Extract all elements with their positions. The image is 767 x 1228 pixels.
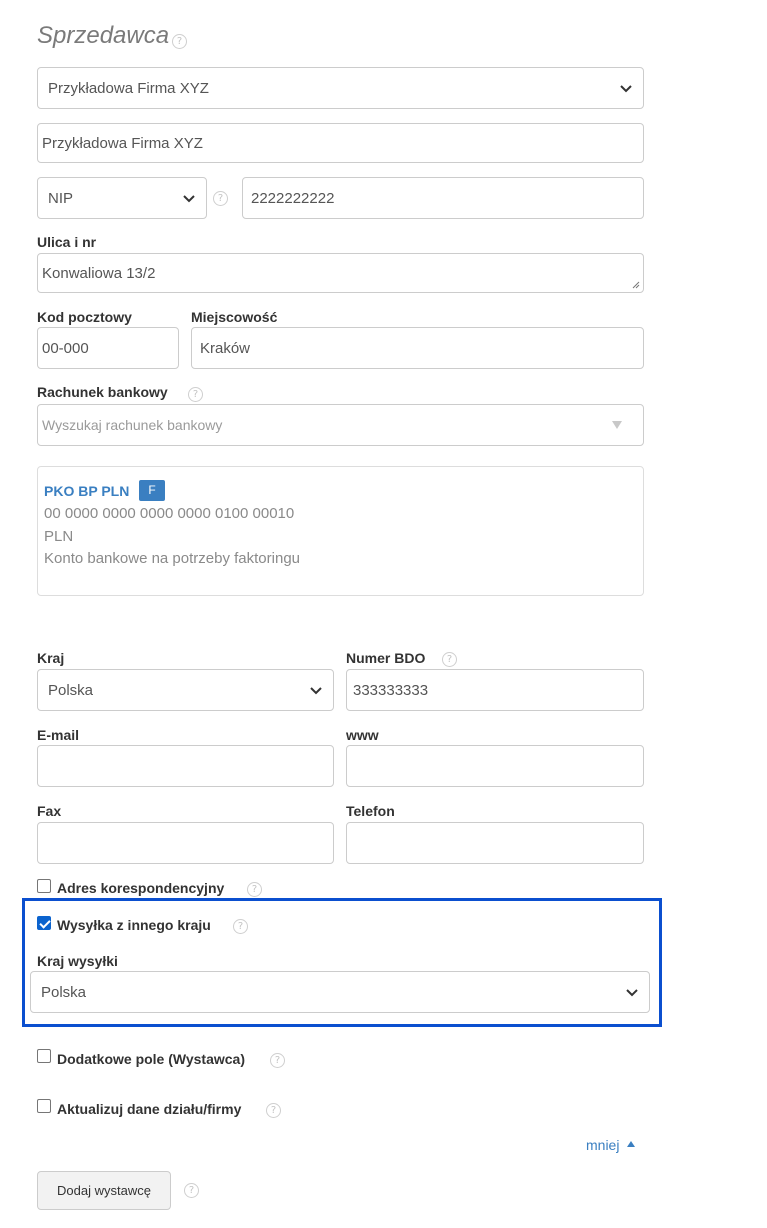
help-icon[interactable]: ? xyxy=(213,191,228,206)
correspondence-address-label: Adres korespondencyjny xyxy=(57,880,225,896)
ship-country-value: Polska xyxy=(41,983,87,1001)
extra-field-label: Dodatkowe pole (Wystawca) xyxy=(57,1051,246,1067)
email-label: E-mail xyxy=(37,727,80,743)
help-icon[interactable]: ? xyxy=(188,387,203,402)
www-label: www xyxy=(346,727,379,743)
city-value: Kraków xyxy=(200,339,251,357)
company-name-input[interactable]: Przykładowa Firma XYZ xyxy=(37,123,644,163)
bank-account-label: Rachunek bankowy xyxy=(37,384,168,400)
ship-other-country-label: Wysyłka z innego kraju xyxy=(57,917,211,933)
help-icon[interactable]: ? xyxy=(247,882,262,897)
fax-label: Fax xyxy=(37,803,62,819)
tax-id-input[interactable]: 2222222222 xyxy=(242,177,644,219)
bank-account-currency: PLN xyxy=(44,528,74,545)
help-icon[interactable]: ? xyxy=(266,1103,281,1118)
correspondence-address-checkbox[interactable] xyxy=(37,879,51,893)
city-label: Miejscowość xyxy=(191,309,278,325)
ship-country-select[interactable]: Polska xyxy=(30,971,650,1013)
help-icon[interactable]: ? xyxy=(172,34,187,49)
bank-account-search-placeholder: Wyszukaj rachunek bankowy xyxy=(42,417,223,433)
phone-input[interactable] xyxy=(346,822,644,864)
street-textarea[interactable]: Konwaliowa 13/2 xyxy=(37,253,644,293)
caret-up-icon xyxy=(627,1141,636,1147)
bank-account-search[interactable]: Wyszukaj rachunek bankowy xyxy=(37,404,644,446)
street-label: Ulica i nr xyxy=(37,234,97,250)
update-data-checkbox[interactable] xyxy=(37,1099,51,1113)
tax-id-type-value: NIP xyxy=(48,189,74,207)
less-link[interactable]: mniej xyxy=(586,1137,636,1153)
help-icon[interactable]: ? xyxy=(270,1053,285,1068)
postal-code-input[interactable]: 00-000 xyxy=(37,327,179,369)
chevron-down-icon xyxy=(183,195,195,203)
bank-account-description: Konto bankowe na potrzeby faktoringu xyxy=(44,550,301,567)
add-issuer-button[interactable]: Dodaj wystawcę xyxy=(37,1171,171,1210)
postal-code-value: 00-000 xyxy=(42,339,89,357)
factoring-badge: F xyxy=(139,480,165,501)
fax-input[interactable] xyxy=(37,822,334,864)
bank-account-card[interactable]: PKO BP PLN F 00 0000 0000 0000 0000 0100… xyxy=(37,466,644,596)
caret-down-icon xyxy=(612,421,622,429)
extra-field-checkbox[interactable] xyxy=(37,1049,51,1063)
chevron-down-icon xyxy=(626,989,638,997)
help-icon[interactable]: ? xyxy=(233,919,248,934)
company-select-value: Przykładowa Firma XYZ xyxy=(48,79,209,97)
country-label: Kraj xyxy=(37,650,65,666)
help-icon[interactable]: ? xyxy=(442,652,457,667)
ship-other-country-checkbox[interactable] xyxy=(37,916,51,930)
country-select[interactable]: Polska xyxy=(37,669,334,711)
resize-handle-icon[interactable] xyxy=(632,281,640,289)
help-icon[interactable]: ? xyxy=(184,1183,199,1198)
city-input[interactable]: Kraków xyxy=(191,327,644,369)
tax-id-value: 2222222222 xyxy=(251,189,335,207)
country-value: Polska xyxy=(48,681,94,699)
bdo-value: 333333333 xyxy=(353,681,429,699)
phone-label: Telefon xyxy=(346,803,395,819)
www-input[interactable] xyxy=(346,745,644,787)
postal-code-label: Kod pocztowy xyxy=(37,309,132,325)
update-data-label: Aktualizuj dane działu/firmy xyxy=(57,1101,242,1117)
chevron-down-icon xyxy=(310,687,322,695)
tax-id-type-select[interactable]: NIP xyxy=(37,177,207,219)
bank-account-name: PKO BP PLN xyxy=(44,483,130,499)
bdo-label: Numer BDO xyxy=(346,650,426,666)
bdo-input[interactable]: 333333333 xyxy=(346,669,644,711)
street-value: Konwaliowa 13/2 xyxy=(42,264,156,282)
bank-account-number: 00 0000 0000 0000 0000 0100 00010 xyxy=(44,505,295,522)
ship-country-label: Kraj wysyłki xyxy=(37,953,118,969)
chevron-down-icon xyxy=(620,85,632,93)
section-title: Sprzedawca xyxy=(37,22,170,49)
company-name-value: Przykładowa Firma XYZ xyxy=(42,134,203,152)
company-select[interactable]: Przykładowa Firma XYZ xyxy=(37,67,644,109)
email-input[interactable] xyxy=(37,745,334,787)
less-link-label: mniej xyxy=(586,1137,620,1153)
